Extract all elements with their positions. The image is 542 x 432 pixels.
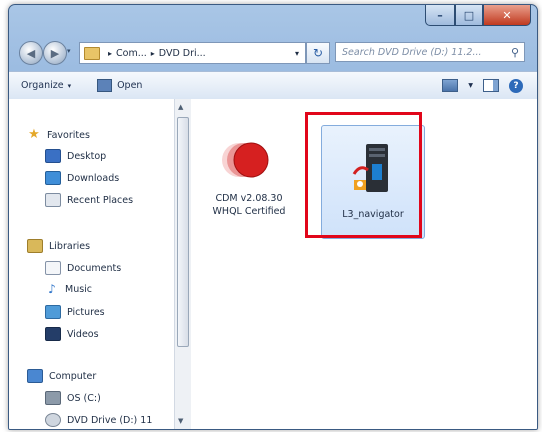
- organize-label: Organize: [21, 80, 64, 91]
- star-icon: ★: [28, 127, 40, 142]
- change-view-icon[interactable]: [442, 79, 459, 92]
- recent-pages-dropdown-icon[interactable]: ▾: [67, 47, 71, 55]
- breadcrumb-separator-icon: ▸: [108, 48, 113, 58]
- forward-button[interactable]: ▶: [43, 41, 67, 65]
- breadcrumb-computer[interactable]: Com...: [116, 48, 147, 59]
- file-name: CDM v2.08.30 WHQL Certified: [199, 192, 299, 218]
- nav-label: Recent Places: [67, 194, 134, 206]
- open-icon: [97, 79, 113, 92]
- nav-item-pictures[interactable]: Pictures: [45, 305, 105, 319]
- highlight-annotation-box: [305, 112, 422, 238]
- music-icon: ♪: [48, 282, 56, 296]
- search-icon[interactable]: ⚲: [511, 46, 519, 59]
- view-controls: ▾ ?: [442, 78, 523, 93]
- scroll-down-icon[interactable]: ▼: [178, 417, 183, 425]
- nav-label: OS (C:): [67, 392, 101, 404]
- file-name-line2: WHQL Certified: [212, 206, 286, 217]
- nav-item-os-drive[interactable]: OS (C:): [45, 391, 101, 405]
- maximize-button[interactable]: □: [455, 5, 483, 26]
- nav-item-videos[interactable]: Videos: [45, 327, 99, 341]
- scroll-thumb[interactable]: [177, 117, 189, 347]
- nav-item-favorites[interactable]: ★ Favorites: [27, 127, 90, 142]
- nav-label: DVD Drive (D:) 11: [67, 414, 153, 426]
- nav-item-desktop[interactable]: Desktop: [45, 149, 106, 163]
- desktop-icon: [45, 149, 61, 163]
- nav-item-music[interactable]: ♪ Music: [45, 283, 92, 295]
- organize-button[interactable]: Organize ▾: [21, 80, 71, 91]
- pictures-icon: [45, 305, 61, 319]
- breadcrumb-separator-icon: ▸: [150, 48, 155, 58]
- open-label: Open: [117, 80, 143, 91]
- minimize-button[interactable]: –: [425, 5, 455, 26]
- nav-label: Documents: [67, 262, 122, 274]
- nav-label: Pictures: [67, 306, 105, 318]
- nav-item-documents[interactable]: Documents: [45, 261, 121, 275]
- breadcrumb-dvd-drive[interactable]: DVD Dri...: [159, 48, 206, 59]
- libraries-icon: [27, 239, 43, 253]
- file-name-line1: CDM v2.08.30: [215, 193, 283, 204]
- nav-item-libraries[interactable]: Libraries: [27, 239, 90, 253]
- nav-item-dvd-drive[interactable]: DVD Drive (D:) 11: [45, 413, 152, 427]
- nav-label: Favorites: [47, 129, 90, 141]
- downloads-icon: [45, 171, 61, 185]
- command-bar: Organize ▾ Open ▾ ?: [9, 71, 537, 100]
- nav-label: Videos: [67, 328, 99, 340]
- recent-places-icon: [45, 193, 61, 207]
- hard-drive-icon: [45, 391, 61, 405]
- computer-icon: [27, 369, 43, 383]
- cdm-red-circle-icon: [222, 142, 269, 178]
- address-bar[interactable]: ▸ Com... ▸ DVD Dri... ▾: [79, 42, 306, 64]
- nav-item-recent-places[interactable]: Recent Places: [45, 193, 133, 207]
- back-button[interactable]: ◀: [19, 41, 43, 65]
- nav-label: Downloads: [67, 172, 120, 184]
- nav-item-downloads[interactable]: Downloads: [45, 171, 119, 185]
- refresh-button[interactable]: ↻: [306, 42, 330, 64]
- videos-icon: [45, 327, 61, 341]
- nav-label: Computer: [49, 370, 97, 382]
- chevron-down-icon: ▾: [67, 81, 72, 90]
- nav-label: Music: [65, 283, 93, 295]
- window-controls: – □ ✕: [425, 5, 531, 26]
- open-button[interactable]: Open: [83, 79, 142, 92]
- file-item-cdm[interactable]: CDM v2.08.30 WHQL Certified: [199, 135, 299, 218]
- close-button[interactable]: ✕: [483, 5, 531, 26]
- search-placeholder: Search DVD Drive (D:) 11.2...: [342, 46, 482, 58]
- search-input[interactable]: Search DVD Drive (D:) 11.2... ⚲: [335, 42, 525, 62]
- navigation-pane: ★ Favorites Desktop Downloads Recent Pla…: [9, 99, 175, 429]
- nav-item-computer[interactable]: Computer: [27, 369, 96, 383]
- dvd-drive-icon: [45, 413, 61, 427]
- explorer-window: – □ ✕ ◀ ▶ ▾ ▸ Com... ▸ DVD Dri... ▾ ↻ Se…: [8, 4, 538, 430]
- nav-label: Desktop: [67, 150, 107, 162]
- documents-icon: [45, 261, 61, 275]
- folder-icon: [84, 46, 100, 60]
- help-icon[interactable]: ?: [509, 78, 523, 93]
- preview-pane-icon[interactable]: [483, 79, 499, 92]
- scroll-up-icon[interactable]: ▲: [178, 103, 183, 111]
- address-row: ◀ ▶ ▾ ▸ Com... ▸ DVD Dri... ▾ ↻ Search D…: [9, 39, 537, 67]
- address-dropdown-icon[interactable]: ▾: [295, 49, 299, 58]
- nav-scrollbar[interactable]: ▲ ▼: [174, 99, 191, 429]
- view-dropdown-icon[interactable]: ▾: [468, 80, 473, 91]
- nav-label: Libraries: [49, 240, 91, 252]
